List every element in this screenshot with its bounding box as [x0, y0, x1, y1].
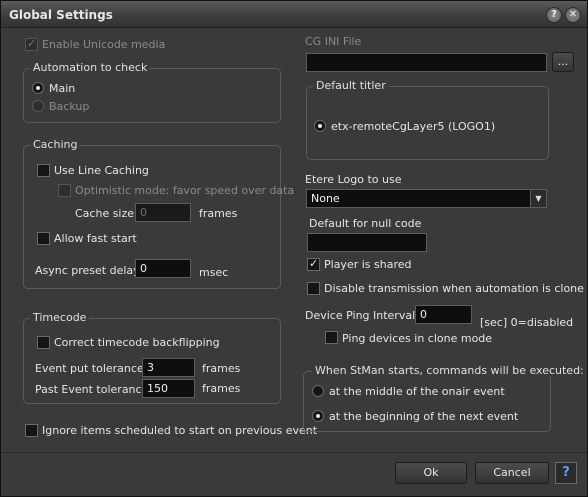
allow-fast-start-label: Allow fast start [54, 232, 137, 245]
past-event-tolerance-label: Past Event tolerance [35, 383, 149, 396]
caching-group-title: Caching [30, 138, 81, 151]
player-shared-checkbox[interactable] [307, 257, 320, 271]
title-bar: Global Settings ? ✕ [1, 1, 587, 28]
past-event-tolerance-unit: frames [202, 382, 241, 395]
help-icon[interactable]: ? [546, 7, 562, 23]
ignore-items-checkbox[interactable] [25, 424, 38, 437]
ping-clone-label: Ping devices in clone mode [342, 332, 493, 345]
cg-ini-file-label: CG INI File [305, 35, 362, 48]
cg-ini-browse-button[interactable]: ... [552, 52, 574, 72]
player-shared-label: Player is shared [324, 258, 412, 271]
async-preset-delay-input[interactable]: 0 [135, 259, 191, 278]
automation-main-label: Main [49, 82, 76, 95]
cache-size-unit: frames [199, 207, 238, 220]
enable-unicode-checkbox[interactable] [25, 37, 38, 51]
correct-backflipping-label: Correct timecode backflipping [54, 336, 220, 349]
stman-beginning-radio[interactable] [312, 410, 324, 422]
cg-ini-file-input[interactable] [306, 53, 547, 72]
chevron-down-icon[interactable]: ▼ [530, 190, 546, 207]
etere-logo-select[interactable]: None ▼ [306, 189, 547, 208]
etere-logo-value: None [311, 192, 340, 205]
automation-group-title: Automation to check [30, 61, 151, 74]
optimistic-mode-label: Optimistic mode: favor speed over data [75, 184, 295, 197]
disable-transmission-checkbox[interactable] [307, 282, 320, 295]
stman-beginning-label: at the beginning of the next event [329, 410, 519, 423]
footer-divider [1, 452, 587, 453]
stman-middle-radio[interactable] [312, 385, 324, 397]
async-preset-delay-label: Async preset delay [35, 264, 140, 277]
window-title: Global Settings [9, 8, 113, 22]
timecode-group-title: Timecode [30, 311, 90, 324]
allow-fast-start-checkbox[interactable] [37, 232, 50, 245]
correct-backflipping-checkbox[interactable] [37, 336, 50, 349]
cancel-button[interactable]: Cancel [475, 462, 549, 484]
close-icon[interactable]: ✕ [565, 7, 581, 23]
null-code-label: Default for null code [309, 217, 422, 230]
titler-option-radio[interactable] [314, 120, 326, 132]
ping-interval-label: Device Ping Interval [305, 309, 416, 322]
cache-size-label: Cache size [75, 207, 135, 220]
ignore-items-label: Ignore items scheduled to start on previ… [42, 424, 318, 437]
etere-logo-label: Etere Logo to use [305, 173, 402, 186]
enable-unicode-label: Enable Unicode media [42, 38, 166, 51]
automation-group: Automation to check [23, 61, 281, 123]
ping-clone-checkbox[interactable] [325, 331, 338, 344]
event-put-tolerance-input[interactable]: 3 [142, 358, 195, 377]
titler-option-label: etx-remoteCgLayer5 (LOGO1) [331, 120, 496, 133]
stman-group-title: When StMan starts, commands will be exec… [312, 364, 587, 377]
context-help-icon[interactable]: ? [555, 462, 577, 484]
automation-backup-radio[interactable] [32, 100, 44, 112]
async-preset-delay-unit: msec [199, 266, 229, 279]
use-line-caching-checkbox[interactable] [37, 164, 50, 177]
cache-size-input[interactable]: 0 [135, 203, 191, 222]
global-settings-window: Global Settings ? ✕ Enable Unicode media… [0, 0, 588, 497]
optimistic-mode-checkbox[interactable] [58, 184, 71, 197]
disable-transmission-label: Disable transmission when automation is … [324, 282, 584, 295]
event-put-tolerance-unit: frames [202, 362, 241, 375]
null-code-input[interactable] [307, 233, 427, 252]
automation-main-radio[interactable] [32, 82, 44, 94]
ok-button[interactable]: Ok [395, 462, 467, 484]
default-titler-group-title: Default titler [313, 79, 389, 92]
ping-interval-unit: [sec] 0=disabled [480, 316, 574, 329]
past-event-tolerance-input[interactable]: 150 [142, 379, 195, 398]
stman-middle-label: at the middle of the onair event [329, 385, 505, 398]
event-put-tolerance-label: Event put tolerance [35, 362, 144, 375]
use-line-caching-label: Use Line Caching [54, 164, 149, 177]
automation-backup-label: Backup [49, 100, 90, 113]
ping-interval-input[interactable]: 0 [415, 305, 472, 324]
